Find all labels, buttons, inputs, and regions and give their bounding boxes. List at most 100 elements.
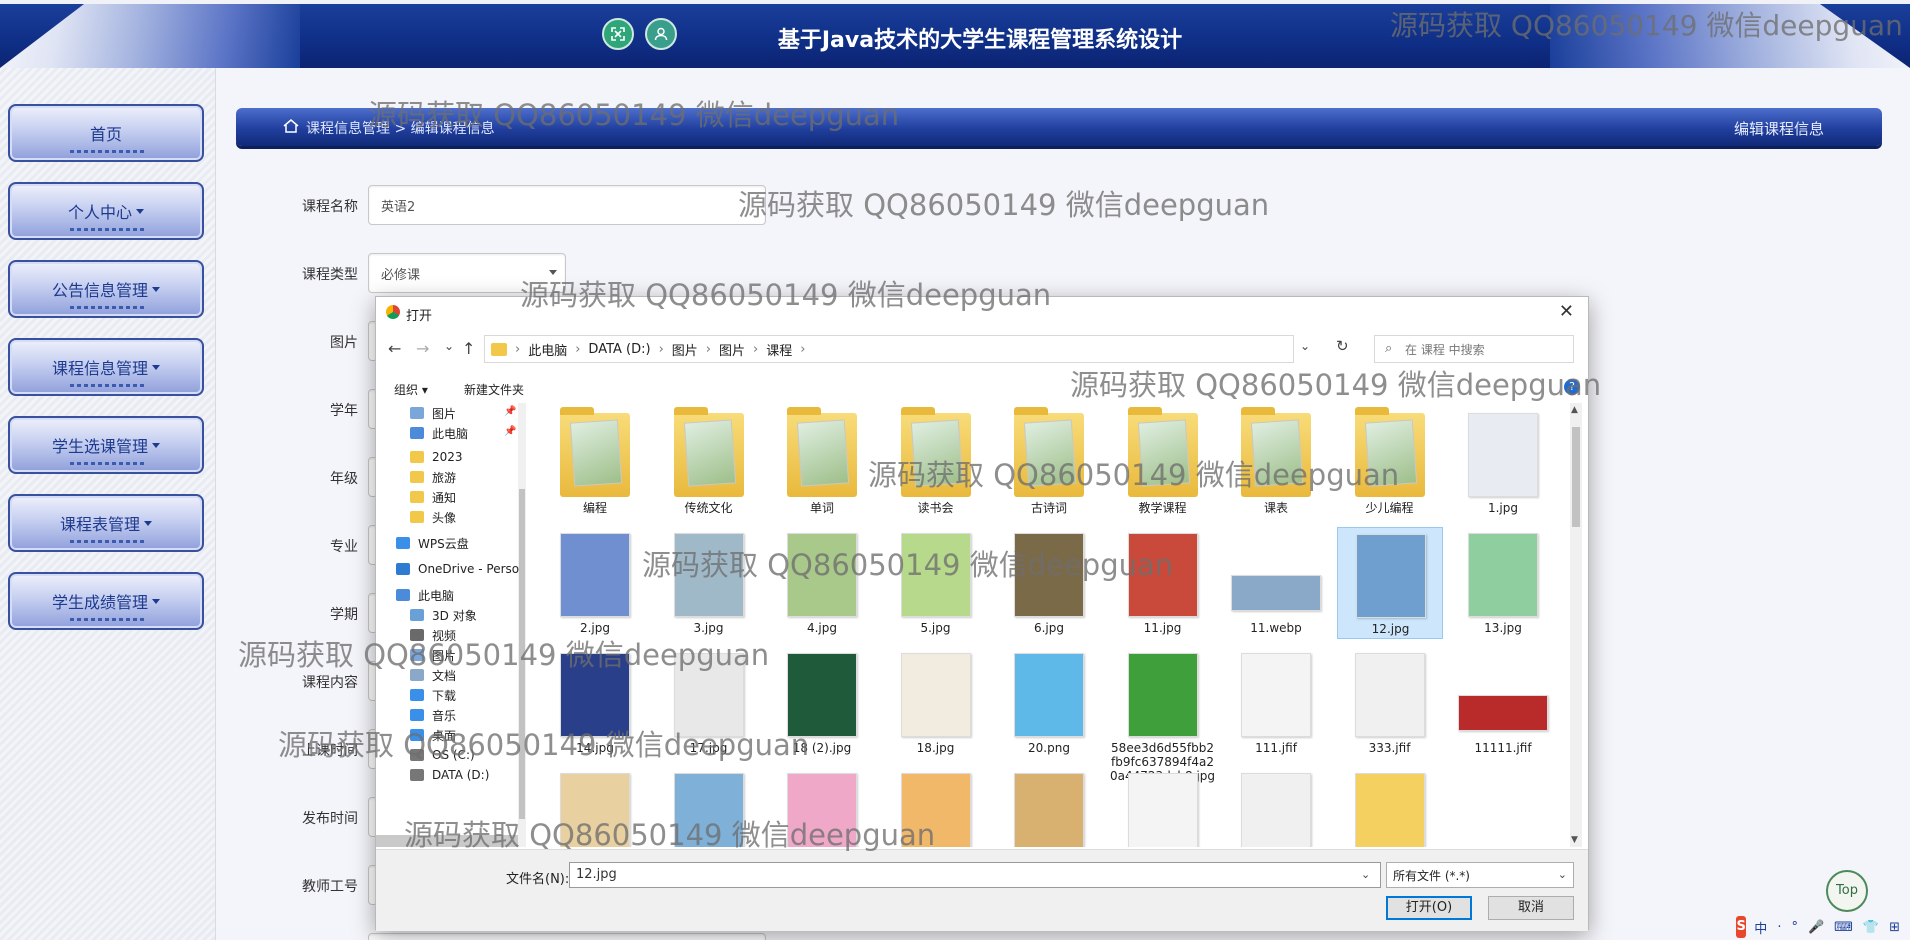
address-segment[interactable]: 此电脑 [528, 340, 567, 359]
sidebar-item-6[interactable]: 学生成绩管理 [8, 572, 204, 630]
file-item[interactable] [1337, 767, 1443, 847]
file-item[interactable]: 教学课程 [1110, 407, 1216, 519]
course-type-select[interactable]: 必修课 [368, 253, 566, 293]
ime-item[interactable]: ⌨ [1834, 920, 1853, 935]
back-to-top-button[interactable]: Top [1826, 870, 1868, 912]
nav-pane-item[interactable]: 下载 [410, 685, 456, 705]
sidebar-item-3[interactable]: 课程信息管理 [8, 338, 204, 396]
file-item[interactable] [883, 767, 989, 847]
file-item[interactable] [769, 767, 875, 847]
help-icon[interactable]: ? [1564, 379, 1580, 395]
nav-pane-item[interactable]: 3D 对象 [410, 605, 477, 625]
ime-item[interactable]: · [1777, 920, 1781, 935]
nav-pane-item[interactable]: 图片 [410, 403, 456, 423]
chevron-down-icon[interactable]: ⌄ [1300, 339, 1310, 353]
file-item[interactable]: 20.png [996, 647, 1102, 759]
nav-pane-item[interactable]: 图片 [410, 645, 456, 665]
home-icon[interactable] [282, 117, 300, 135]
nav-pane-item[interactable]: DATA (D:) [410, 765, 489, 785]
filetype-select[interactable]: 所有文件 (*.*) ⌄ [1386, 862, 1574, 888]
filename-input[interactable]: 12.jpg [569, 862, 1381, 888]
nav-pane-item[interactable]: OneDrive - Perso [396, 559, 519, 579]
close-icon[interactable]: ✕ [1559, 301, 1574, 322]
nav-pane-item[interactable]: OS (C:) [410, 745, 475, 765]
file-item[interactable] [656, 767, 762, 847]
nav-pane-item[interactable]: 文档 [410, 665, 456, 685]
breadcrumb-path[interactable]: 课程信息管理 > 编辑课程信息 [306, 118, 495, 138]
ime-item[interactable]: ° [1791, 920, 1798, 935]
address-bar[interactable]: › 此电脑 › DATA (D:) › 图片 › 图片 › 课程 › [484, 335, 1294, 363]
nav-pane-hscroll[interactable] [376, 835, 518, 847]
file-item[interactable]: 6.jpg [996, 527, 1102, 639]
file-item[interactable]: 3.jpg [656, 527, 762, 639]
file-item[interactable]: 14.jpg [542, 647, 648, 759]
file-item[interactable]: 11.jpg [1110, 527, 1216, 639]
address-segment[interactable]: 图片 [719, 340, 745, 359]
chevron-down-icon[interactable]: ⌄ [1361, 868, 1370, 881]
nav-pane-item[interactable]: 旅游 [410, 467, 456, 487]
file-item[interactable]: 18.jpg [883, 647, 989, 759]
ime-item[interactable]: 👕 [1863, 920, 1879, 935]
nav-pane-item[interactable]: 通知 [410, 487, 456, 507]
file-item[interactable]: 单词 [769, 407, 875, 519]
file-item[interactable]: 5.jpg [883, 527, 989, 639]
file-item[interactable] [542, 767, 648, 847]
file-item[interactable]: 18 (2).jpg [769, 647, 875, 759]
nav-pane-item[interactable]: 此电脑 [396, 585, 454, 605]
file-item[interactable]: 11111.jfif [1450, 647, 1556, 759]
address-segment[interactable]: DATA (D:) [588, 342, 650, 357]
forward-icon[interactable]: → [416, 339, 429, 358]
file-item[interactable]: 传统文化 [656, 407, 762, 519]
nav-pane-item[interactable]: 视频 [410, 625, 456, 645]
up-folder-icon[interactable]: ↑ [462, 339, 475, 358]
next-field-input[interactable] [368, 933, 766, 940]
cancel-button[interactable]: 取消 [1488, 896, 1574, 920]
sidebar-item-2[interactable]: 公告信息管理 [8, 260, 204, 318]
file-item[interactable]: 课表 [1223, 407, 1329, 519]
nav-pane-item[interactable]: 2023 [410, 447, 463, 467]
address-segment[interactable]: 课程 [766, 340, 792, 359]
file-item[interactable]: 编程 [542, 407, 648, 519]
user-icon[interactable] [645, 18, 677, 50]
new-folder-button[interactable]: 新建文件夹 [464, 381, 524, 398]
organize-button[interactable]: 组织 ▾ [394, 381, 428, 398]
nav-pane-item[interactable]: 头像 [410, 507, 456, 527]
file-grid-scrollbar[interactable]: ▲ ▼ [1570, 403, 1582, 847]
nav-pane-item[interactable]: WPS云盘 [396, 533, 469, 553]
sidebar-item-0[interactable]: 首页 [8, 104, 204, 162]
course-name-input[interactable]: 英语2 [368, 185, 766, 225]
refresh-icon[interactable]: ↻ [1336, 337, 1349, 355]
ime-item[interactable]: 中 [1754, 918, 1767, 937]
file-item[interactable]: 1.jpg [1450, 407, 1556, 519]
open-button[interactable]: 打开(O) [1386, 896, 1472, 920]
nav-pane-item[interactable]: 此电脑 [410, 423, 468, 443]
fullscreen-icon[interactable] [602, 18, 634, 50]
back-icon[interactable]: ← [388, 339, 401, 358]
file-item[interactable]: 古诗词 [996, 407, 1102, 519]
search-input[interactable]: ⌕ 在 课程 中搜索 [1374, 335, 1574, 363]
address-segment[interactable]: 图片 [672, 340, 698, 359]
file-item[interactable] [996, 767, 1102, 847]
sidebar-item-4[interactable]: 学生选课管理 [8, 416, 204, 474]
file-item[interactable]: 333.jfif [1337, 647, 1443, 759]
file-item[interactable] [1110, 767, 1216, 847]
file-item[interactable]: 2.jpg [542, 527, 648, 639]
recent-locations-icon[interactable]: ⌄ [444, 339, 454, 353]
file-item[interactable]: 12.jpg [1336, 527, 1443, 639]
file-item[interactable]: 17.jpg [656, 647, 762, 759]
ime-item[interactable]: ⊞ [1889, 920, 1900, 935]
file-item[interactable]: 11.webp [1223, 527, 1329, 639]
file-item[interactable]: 4.jpg [769, 527, 875, 639]
nav-pane-item[interactable]: 音乐 [410, 705, 456, 725]
file-item[interactable]: 13.jpg [1450, 527, 1556, 639]
file-item[interactable]: 111.jfif [1223, 647, 1329, 759]
file-item[interactable]: 58ee3d6d55fbb2fb9fc637894f4a20a44723dcb8… [1110, 647, 1216, 783]
file-item[interactable] [1223, 767, 1329, 847]
nav-pane-item[interactable]: 桌面 [410, 725, 456, 745]
sidebar-item-5[interactable]: 课程表管理 [8, 494, 204, 552]
ime-item[interactable]: 🎤 [1808, 920, 1824, 935]
file-item[interactable]: 读书会 [883, 407, 989, 519]
nav-pane-scrollbar[interactable] [518, 403, 526, 847]
sidebar-item-1[interactable]: 个人中心 [8, 182, 204, 240]
file-item[interactable]: 少儿编程 [1337, 407, 1443, 519]
